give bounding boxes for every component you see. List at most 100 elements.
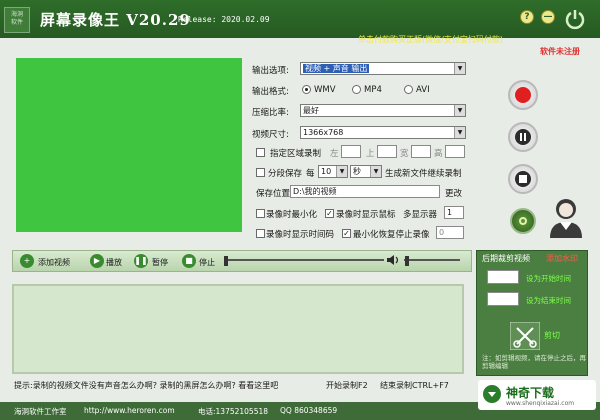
watermark-url: www.shenqixiazai.com [506, 400, 575, 407]
segment-label: 分段保存 [268, 169, 303, 179]
logo-text-1: 海洞 [10, 11, 23, 18]
progress-handle[interactable] [224, 256, 228, 266]
restore-value: 0 [439, 228, 445, 237]
progress-track[interactable] [224, 259, 384, 261]
pause-record-button[interactable] [508, 122, 538, 152]
segment-suffix: 生成新文件继续录制 [385, 169, 462, 179]
stop-video-icon: ■ [182, 254, 196, 268]
edit-note: 注：如剪辑视频，请在停止之后，再剪辑编辑 [482, 354, 586, 370]
segment-value: 10 [321, 167, 332, 176]
qq-text: QQ 860348659 [280, 406, 338, 415]
website-link[interactable]: http://www.heroren.com [84, 406, 175, 415]
stop-icon [515, 171, 531, 187]
volume-track[interactable] [404, 259, 460, 261]
schedule-button[interactable] [510, 208, 536, 234]
output-option-value: 视频 + 声音 输出 [303, 64, 370, 73]
release-date: Release: 2020.02.09 [178, 15, 270, 24]
minimize-restore-checkbox[interactable]: ✓ [342, 229, 351, 238]
radio-avi[interactable] [404, 85, 413, 94]
play-icon: ▶ [90, 254, 104, 268]
trim-video-tab[interactable]: 后期裁剪视频 [482, 253, 530, 264]
region-checkbox[interactable] [256, 148, 265, 157]
help-icon: ? [524, 12, 530, 22]
region-left-label: 左 [330, 149, 339, 159]
help-button[interactable]: ? [520, 10, 534, 24]
region-width-label: 宽 [400, 149, 409, 159]
chevron-down-icon: ▼ [336, 166, 347, 177]
stop-record-button[interactable] [508, 164, 538, 194]
multi-display-input[interactable]: 1 [444, 206, 464, 219]
app-title: 屏幕录像王 V20.29 [40, 11, 191, 29]
start-hotkey: 开始录制F2 [326, 381, 368, 390]
region-top-input[interactable] [377, 145, 397, 158]
segment-value-select[interactable]: 10 ▼ [318, 165, 348, 178]
multi-display-label: 多显示器 [403, 210, 438, 220]
set-end-button[interactable]: 设为结束时间 [526, 295, 571, 306]
region-top-label: 上 [366, 149, 375, 159]
set-start-button[interactable]: 设为开始时间 [526, 273, 571, 284]
playback-bar [12, 250, 472, 272]
record-button[interactable] [508, 80, 538, 110]
record-icon [515, 87, 531, 103]
minimize-on-record-label: 录像时最小化 [266, 210, 318, 220]
volume-handle[interactable] [405, 256, 409, 266]
pause-button[interactable]: 暂停 [152, 257, 168, 268]
add-video-icon: + [20, 254, 34, 268]
play-button[interactable]: 播放 [106, 257, 122, 268]
save-location-label: 保存位置 [256, 189, 291, 199]
compression-select[interactable]: 最好 ▼ [300, 104, 466, 117]
end-time-input[interactable] [487, 292, 519, 306]
region-label: 指定区域录制 [270, 149, 322, 159]
minimize-on-record-checkbox[interactable] [256, 209, 265, 218]
minimize-button[interactable]: — [541, 10, 555, 24]
chevron-down-icon: ▼ [454, 63, 465, 74]
app-logo: 海洞 软件 [4, 7, 30, 33]
stop-button[interactable]: 停止 [199, 257, 215, 268]
tip-link[interactable]: 提示:录制的视频文件没有声音怎么办啊? 录制的黑屏怎么办啊? 看看这里吧 [14, 380, 278, 391]
cut-button[interactable]: 剪切 [544, 330, 560, 341]
segment-unit-select[interactable]: 秒 ▼ [350, 165, 382, 178]
video-preview [16, 58, 242, 232]
logo-text-2: 软件 [10, 19, 23, 26]
phone-text: 电话:13752105518 [198, 407, 269, 416]
output-format-label: 输出格式: [252, 87, 289, 97]
scissors-icon[interactable] [510, 322, 540, 350]
radio-wmv[interactable] [302, 85, 311, 94]
start-time-input[interactable] [487, 270, 519, 284]
clock-icon [519, 217, 527, 225]
change-button[interactable]: 更改 [445, 187, 462, 199]
buy-link[interactable]: 单击付款购买正版(微信/支付宝扫码付款) [358, 34, 503, 45]
video-size-select[interactable]: 1366x768 ▼ [300, 126, 466, 139]
show-cursor-checkbox[interactable]: ✓ [325, 209, 334, 218]
save-location-input[interactable]: D:\我的视频 [290, 185, 440, 198]
chevron-down-icon: ▼ [370, 166, 381, 177]
add-video-button[interactable]: 添加视频 [38, 257, 70, 268]
region-width-input[interactable] [411, 145, 431, 158]
power-icon[interactable] [564, 8, 586, 30]
region-height-input[interactable] [445, 145, 465, 158]
segment-checkbox[interactable] [256, 168, 265, 177]
region-left-input[interactable] [341, 145, 361, 158]
show-timecode-checkbox[interactable] [256, 229, 265, 238]
support-avatar-icon[interactable] [546, 194, 586, 238]
volume-icon[interactable] [386, 254, 400, 266]
show-cursor-label: 录像时显示鼠标 [336, 210, 396, 220]
compression-label: 压缩比率: [252, 108, 289, 118]
chevron-down-icon: ▼ [454, 105, 465, 116]
pause-video-icon: ❚❚ [134, 254, 148, 268]
output-option-label: 输出选项: [252, 66, 289, 76]
segment-every-label: 每 [306, 169, 315, 179]
pause-icon [515, 129, 531, 145]
stop-hotkey: 结束录制CTRL+F7 [380, 381, 449, 390]
video-size-label: 视频尺寸: [252, 130, 289, 140]
radio-mp4[interactable] [352, 85, 361, 94]
compression-value: 最好 [303, 106, 319, 115]
minimize-icon: — [543, 12, 553, 22]
save-location-value: D:\我的视频 [293, 187, 337, 196]
minimize-restore-label: 最小化恢复停止录像 [353, 230, 430, 240]
multi-display-value: 1 [447, 208, 453, 217]
format-avi-label: AVI [416, 85, 430, 95]
add-watermark-tab[interactable]: 添加水印 [546, 253, 578, 264]
restore-value-input[interactable]: 0 [436, 226, 464, 239]
output-option-select[interactable]: 视频 + 声音 输出 ▼ [300, 62, 466, 75]
